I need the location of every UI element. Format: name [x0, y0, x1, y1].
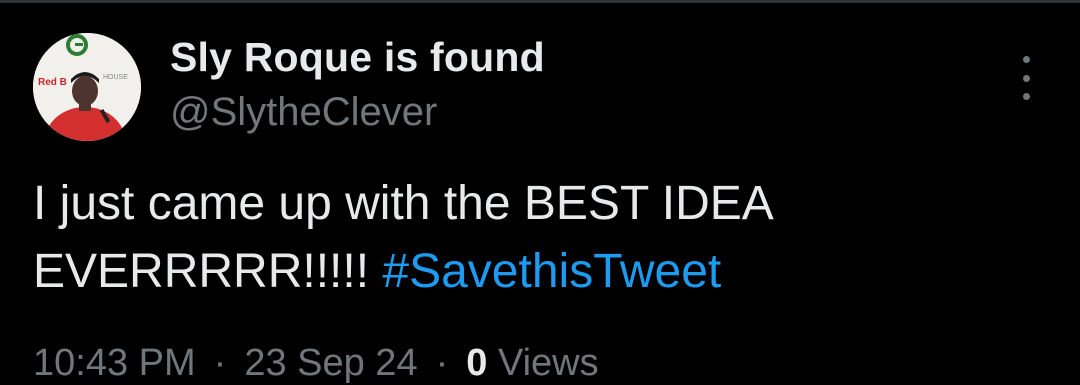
tweet-meta: 10:43 PM · 23 Sep 24 · 0 Views	[33, 342, 599, 385]
tweet-time[interactable]: 10:43 PM	[33, 342, 196, 384]
vertical-ellipsis-icon	[1022, 56, 1030, 63]
avatar[interactable]: Red B HOUSE	[33, 33, 141, 141]
tweet-date[interactable]: 23 Sep 24	[244, 342, 417, 384]
svg-text:HOUSE: HOUSE	[103, 74, 128, 81]
tweet-text-line-1: I just came up with the BEST IDEA	[33, 177, 774, 230]
meta-separator: ·	[435, 342, 449, 384]
views-count: 0	[466, 342, 488, 384]
tweet[interactable]: Red B HOUSE Sly Roque is found @SlytheCl…	[0, 0, 1080, 384]
more-options-button[interactable]	[1008, 56, 1044, 100]
author-handle[interactable]: @SlytheClever	[170, 90, 437, 135]
hashtag-link[interactable]: #SavethisTweet	[382, 245, 721, 298]
tweet-text-line-2: EVERRRRR!!!!!	[33, 245, 370, 298]
svg-text:Red B: Red B	[38, 77, 67, 88]
tweet-text: I just came up with the BEST IDEA EVERRR…	[33, 170, 1033, 306]
views-label: Views	[497, 342, 599, 384]
meta-separator: ·	[213, 342, 227, 384]
profile-photo-icon: Red B HOUSE	[33, 33, 141, 141]
author-display-name[interactable]: Sly Roque is found	[170, 34, 545, 81]
